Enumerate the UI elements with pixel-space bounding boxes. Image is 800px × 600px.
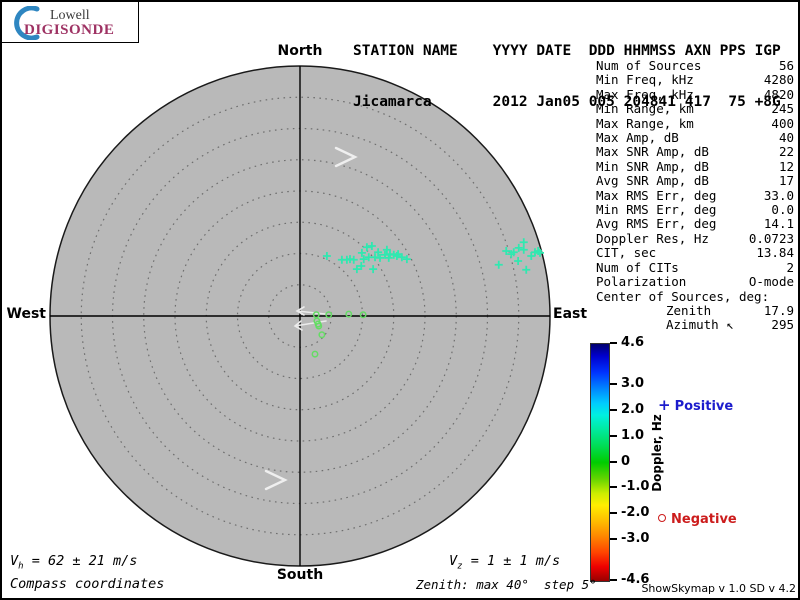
colorbar-tick-label: 1.0 <box>621 428 644 443</box>
stats-label: Min SNR Amp, dB <box>596 160 709 174</box>
horizontal-velocity-readout: Vh = 62 ± 21 m/s <box>10 553 137 572</box>
stats-value: 17.9 <box>764 304 794 318</box>
stats-row: CIT, sec 13.84 <box>596 246 794 260</box>
stats-label: Polarization <box>596 275 686 289</box>
colorbar-tick <box>610 383 617 385</box>
compass-label-south: South <box>260 567 340 583</box>
colorbar-tick <box>610 409 617 411</box>
vh-symbol: V <box>10 553 18 569</box>
stats-label: Avg SNR Amp, dB <box>596 174 709 188</box>
stats-label: Max Freq, kHz <box>596 88 694 102</box>
stats-value: 0.0 <box>771 203 794 217</box>
colorbar-tick <box>610 342 617 344</box>
stats-label: Doppler Res, Hz <box>596 232 709 246</box>
compass-label-east: East <box>553 306 613 322</box>
stats-value: 17 <box>779 174 794 188</box>
stats-value: 0.0723 <box>749 232 794 246</box>
stats-row: Num of CITs 2 <box>596 261 794 275</box>
software-version: ShowSkymap v 1.0 SD v 4.2 <box>602 582 796 595</box>
stats-value: 4280 <box>764 73 794 87</box>
stats-row: Max SNR Amp, dB 22 <box>596 145 794 159</box>
stats-row: Azimuth ↖ 295 <box>596 318 794 332</box>
lowell-digisonde-logo: Lowell DIGISONDE <box>2 2 139 43</box>
colorbar-tick-label: 3.0 <box>621 376 644 391</box>
stats-row: Min SNR Amp, dB 12 <box>596 160 794 174</box>
stats-row: Avg SNR Amp, dB 17 <box>596 174 794 188</box>
stats-label: Min Range, km <box>596 102 694 116</box>
colorbar-tick <box>610 512 617 514</box>
colorbar-tick-label: -3.0 <box>621 531 649 546</box>
stats-row: Avg RMS Err, deg 14.1 <box>596 217 794 231</box>
stats-value: 56 <box>779 59 794 73</box>
colorbar-tick <box>610 435 617 437</box>
compass-label-north: North <box>260 43 340 59</box>
stats-value: 295 <box>771 318 794 332</box>
stats-value: 4820 <box>764 88 794 102</box>
coordinate-system-note: Compass coordinates <box>10 576 164 592</box>
stats-value: O-mode <box>749 275 794 289</box>
zenith-scale-note: Zenith: max 40° step 5° <box>416 577 597 592</box>
legend-positive-label: Positive <box>675 399 734 414</box>
vz-symbol: V <box>449 553 457 569</box>
stats-row: Min RMS Err, deg 0.0 <box>596 203 794 217</box>
vertical-velocity-readout: Vz = 1 ± 1 m/s <box>449 553 560 572</box>
colorbar-tick-label: -1.0 <box>621 479 649 494</box>
stats-row: Min Freq, kHz 4280 <box>596 73 794 87</box>
vh-value: = 62 ± 21 m/s <box>24 553 138 569</box>
stats-value: 400 <box>771 117 794 131</box>
station-header-columns: STATION NAME YYYY DATE DDD HHMMSS AXN PP… <box>353 43 781 60</box>
stats-row: Max RMS Err, deg 33.0 <box>596 189 794 203</box>
stats-value: 14.1 <box>764 217 794 231</box>
vz-value: = 1 ± 1 m/s <box>463 553 561 569</box>
stats-value: 40 <box>779 131 794 145</box>
stats-label: Avg RMS Err, deg <box>596 217 716 231</box>
circle-marker-icon <box>658 514 666 522</box>
stats-label: Center of Sources, deg: <box>596 290 769 304</box>
colorbar-tick <box>610 538 617 540</box>
showskymap-window: Lowell DIGISONDE STATION NAME YYYY DATE … <box>0 0 800 600</box>
legend-negative: Negative <box>658 512 737 527</box>
stats-row: Max Range, km 400 <box>596 117 794 131</box>
stats-label: Num of Sources <box>596 59 701 73</box>
stats-value: 2 <box>786 261 794 275</box>
logo-digisonde-text: DIGISONDE <box>24 22 114 39</box>
colorbar-tick-label: 4.6 <box>621 335 644 350</box>
legend-positive: + Positive <box>658 396 733 414</box>
stats-row: Doppler Res, Hz 0.0723 <box>596 232 794 246</box>
stats-label: Max Amp, dB <box>596 131 679 145</box>
stats-label: Min RMS Err, deg <box>596 203 716 217</box>
stats-label: Max RMS Err, deg <box>596 189 716 203</box>
stats-row: Num of Sources 56 <box>596 59 794 73</box>
stats-row: Max Amp, dB 40 <box>596 131 794 145</box>
stats-label: Azimuth ↖ <box>596 318 734 332</box>
stats-value: 245 <box>771 102 794 116</box>
compass-label-west: West <box>2 306 46 322</box>
stats-row: Zenith 17.9 <box>596 304 794 318</box>
plus-marker-icon: + <box>658 396 671 414</box>
stats-value: 22 <box>779 145 794 159</box>
doppler-colorbar <box>590 343 610 582</box>
stats-label: Max SNR Amp, dB <box>596 145 709 159</box>
stats-row: Min Range, km 245 <box>596 102 794 116</box>
stats-label: CIT, sec <box>596 246 656 260</box>
stats-label: Min Freq, kHz <box>596 73 694 87</box>
stats-value: 13.84 <box>756 246 794 260</box>
colorbar-tick <box>610 461 617 463</box>
stats-label: Zenith <box>596 304 711 318</box>
colorbar-tick <box>610 486 617 488</box>
stats-row: Polarization O-mode <box>596 275 794 289</box>
colorbar-tick-label: 0 <box>621 454 630 469</box>
colorbar-tick <box>610 579 617 581</box>
measurement-stats-panel: Num of Sources56Min Freq, kHz4280Max Fre… <box>596 59 794 333</box>
stats-row: Center of Sources, deg: <box>596 290 794 304</box>
colorbar-tick-label: -2.0 <box>621 505 649 520</box>
stats-label: Num of CITs <box>596 261 679 275</box>
stats-row: Max Freq, kHz 4820 <box>596 88 794 102</box>
stats-value: 12 <box>779 160 794 174</box>
stats-value: 33.0 <box>764 189 794 203</box>
colorbar-tick-label: 2.0 <box>621 402 644 417</box>
legend-negative-label: Negative <box>671 512 737 527</box>
stats-label: Max Range, km <box>596 117 694 131</box>
